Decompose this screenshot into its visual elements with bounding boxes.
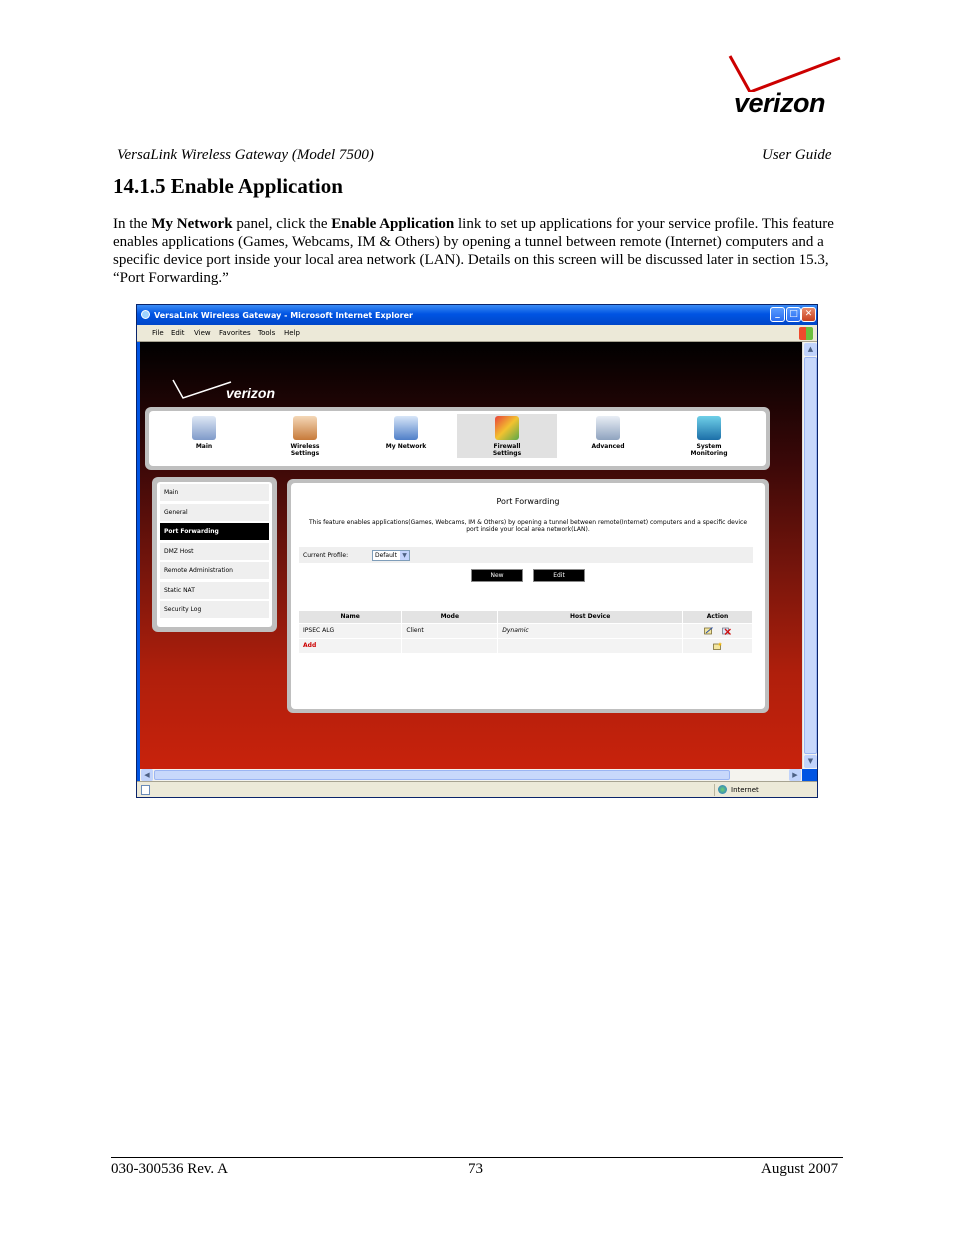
nav-advanced[interactable]: Advanced [558, 414, 658, 458]
menu-edit[interactable]: Edit [171, 329, 185, 337]
ie-statusbar: Internet [137, 781, 817, 797]
side-nav-port-forwarding[interactable]: Port Forwarding [160, 523, 269, 540]
menu-tools[interactable]: Tools [258, 329, 275, 337]
minimize-icon[interactable]: _ [770, 307, 785, 322]
col-mode: Mode [401, 611, 499, 623]
footer-rule [111, 1157, 843, 1158]
col-action: Action [682, 611, 753, 623]
scroll-up-icon[interactable]: ▲ [804, 343, 817, 356]
security-zone: Internet [714, 784, 804, 796]
footer-page-number: 73 [468, 1161, 483, 1177]
footer-doc-number: 030-300536 Rev. A [111, 1161, 228, 1177]
profile-label: Current Profile: [303, 552, 349, 559]
nav-firewall-settings[interactable]: Firewall Settings [457, 414, 557, 458]
vertical-scroll-thumb[interactable] [804, 357, 817, 754]
vertical-scrollbar[interactable]: ▲ ▼ [802, 342, 817, 769]
maximize-icon[interactable]: □ [786, 307, 801, 322]
nav-system-monitoring[interactable]: System Monitoring [659, 414, 759, 458]
col-host-device: Host Device [497, 611, 684, 623]
side-nav-static-nat[interactable]: Static NAT [160, 581, 269, 599]
window-title: VersaLink Wireless Gateway - Microsoft I… [154, 311, 413, 320]
profile-select[interactable]: Default ▼ [372, 550, 410, 561]
wireless-icon [293, 416, 317, 440]
firewall-icon [495, 416, 519, 440]
add-icon[interactable] [713, 641, 723, 650]
verizon-logo-text: verizon [734, 88, 826, 118]
port-forwarding-panel: Port Forwarding This feature enables app… [287, 479, 769, 713]
panel-description: This feature enables applications(Games,… [308, 519, 748, 533]
side-nav-security-log[interactable]: Security Log [160, 601, 269, 618]
side-nav: Main General Port Forwarding DMZ Host Re… [152, 477, 277, 632]
delete-icon[interactable] [722, 627, 732, 635]
ie-titlebar: VersaLink Wireless Gateway - Microsoft I… [137, 305, 817, 325]
main-icon [192, 416, 216, 440]
row-mode: Client [401, 622, 499, 638]
side-nav-dmz-host[interactable]: DMZ Host [160, 542, 269, 560]
ie-icon [141, 310, 150, 319]
doc-header-product: VersaLink Wireless Gateway (Model 7500) [117, 147, 374, 163]
side-nav-remote-administration[interactable]: Remote Administration [160, 562, 269, 579]
scroll-left-icon[interactable]: ◀ [141, 769, 153, 781]
profile-select-value: Default [375, 552, 397, 559]
nav-main[interactable]: Main [154, 414, 254, 458]
close-icon[interactable]: ✕ [801, 307, 816, 322]
menu-file[interactable]: File [152, 329, 164, 337]
edit-icon[interactable] [703, 626, 713, 635]
table-row: Add [299, 637, 753, 653]
zone-label: Internet [731, 786, 759, 794]
internet-globe-icon [718, 785, 727, 794]
page-icon [141, 785, 150, 795]
site-logo: verizon [226, 385, 276, 401]
network-icon [394, 416, 418, 440]
doc-header-guide: User Guide [762, 147, 832, 163]
row-name: IPSEC ALG [299, 622, 403, 638]
intro-enable-application: Enable Application [331, 216, 455, 232]
verizon-check-icon [728, 55, 841, 92]
top-nav-bar: Main Wireless Settings My Network Firewa… [145, 407, 770, 470]
page-viewport: verizon Main Wireless Settings My Networ… [140, 342, 802, 769]
side-nav-main[interactable]: Main [160, 484, 269, 501]
nav-my-network[interactable]: My Network [356, 414, 456, 458]
table-row: IPSEC ALG Client Dynamic [299, 622, 753, 638]
scroll-right-icon[interactable]: ▶ [789, 769, 801, 781]
panel-title: Port Forwarding [496, 497, 560, 506]
menu-favorites[interactable]: Favorites [219, 329, 251, 337]
intro-my-network: My Network [151, 216, 233, 232]
browser-screenshot: VersaLink Wireless Gateway - Microsoft I… [136, 304, 818, 798]
intro-paragraph: In the My Network panel, click the Enabl… [113, 216, 834, 286]
monitor-icon [697, 416, 721, 440]
section-title: 14.1.5 Enable Application [113, 174, 343, 198]
menu-help[interactable]: Help [284, 329, 300, 337]
footer-date: August 2007 [761, 1161, 839, 1177]
site-logo-check-icon [172, 379, 232, 399]
table-header-row: Name Mode Host Device Action [299, 611, 753, 623]
edit-button[interactable]: Edit [533, 569, 585, 582]
menu-view[interactable]: View [194, 329, 211, 337]
col-name: Name [299, 611, 403, 623]
profile-row: Current Profile: Default ▼ [299, 547, 753, 563]
chevron-down-icon: ▼ [400, 551, 409, 560]
ie-menubar: File Edit View Favorites Tools Help [137, 325, 817, 342]
new-button[interactable]: New [471, 569, 523, 582]
horizontal-scroll-thumb[interactable] [154, 770, 730, 780]
horizontal-scrollbar[interactable]: ◀ ▶ [140, 769, 802, 781]
verizon-logo: verizon [726, 52, 844, 122]
advanced-icon [596, 416, 620, 440]
nav-wireless-settings[interactable]: Wireless Settings [255, 414, 355, 458]
scroll-down-icon[interactable]: ▼ [804, 755, 817, 768]
row-actions [682, 622, 753, 638]
row-host: Dynamic [497, 622, 684, 638]
windows-flag-icon [799, 327, 813, 340]
add-link[interactable]: Add [299, 637, 403, 653]
port-forwarding-table: Name Mode Host Device Action IPSEC ALG C… [299, 611, 753, 653]
side-nav-general[interactable]: General [160, 503, 269, 521]
